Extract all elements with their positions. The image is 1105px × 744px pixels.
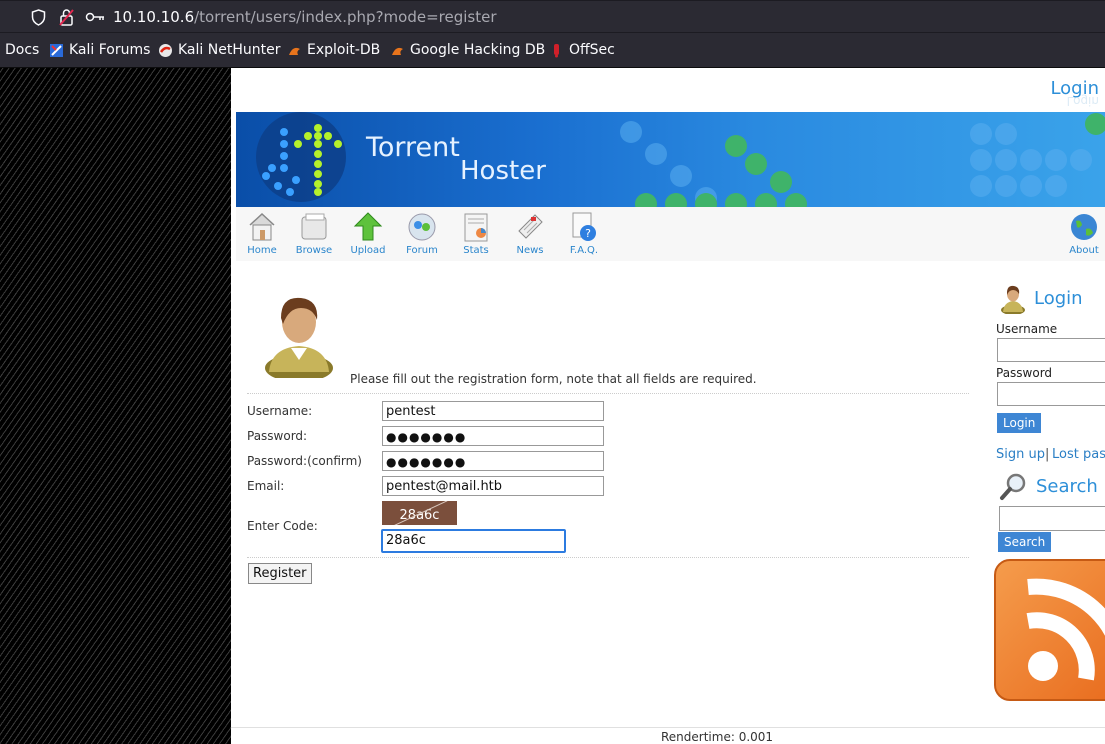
email-input[interactable]: pentest@mail.htb xyxy=(382,476,604,496)
svg-text:?: ? xyxy=(585,227,591,240)
sidebar-search-input[interactable] xyxy=(999,506,1105,531)
banner-title-line1: Torrent xyxy=(366,132,460,163)
nav-label: Browse xyxy=(295,245,333,256)
torrent-hoster-page: Login Login Torrent Hoster Home Browse U… xyxy=(231,68,1105,744)
password-confirm-input[interactable]: ●●●●●●● xyxy=(382,451,604,471)
nav-label: F.A.Q. xyxy=(569,245,599,256)
sidebar-password-input[interactable] xyxy=(997,382,1105,406)
nav-forum[interactable]: Forum xyxy=(400,211,444,256)
captcha-code-label: Enter Code: xyxy=(247,519,318,533)
bookmark-docs[interactable]: Docs xyxy=(5,42,39,58)
password-confirm-label: Password:(confirm) xyxy=(247,454,362,468)
upload-icon xyxy=(353,212,383,241)
page-margin-background xyxy=(0,68,231,744)
nav-faq[interactable]: ? F.A.Q. xyxy=(562,211,606,256)
password-input[interactable]: ●●●●●●● xyxy=(382,426,604,446)
url-text[interactable]: 10.10.10.6/torrent/users/index.php?mode=… xyxy=(113,8,497,26)
nav-stats[interactable]: Stats xyxy=(454,211,498,256)
lost-password-link[interactable]: Lost pass xyxy=(1052,447,1105,462)
faq-icon: ? xyxy=(572,212,596,241)
rss-feed-icon[interactable] xyxy=(994,559,1105,701)
bookmark-google-hacking-db[interactable]: Google Hacking DB xyxy=(390,42,545,58)
bookmark-label: Exploit-DB xyxy=(307,42,381,58)
kali-nethunter-icon xyxy=(159,43,172,57)
captcha-image: 28a6c xyxy=(382,501,457,525)
bookmark-label: Kali Forums xyxy=(69,42,151,58)
forum-icon xyxy=(408,213,436,241)
magnifier-icon xyxy=(1000,473,1026,500)
bookmark-kali-nethunter[interactable]: Kali NetHunter xyxy=(158,42,280,58)
sidebar-password-label: Password xyxy=(996,366,1053,380)
nav-upload[interactable]: Upload xyxy=(346,211,390,256)
rss-symbol-icon xyxy=(1026,578,1105,681)
bookmark-label: Kali NetHunter xyxy=(178,42,281,58)
username-label: Username: xyxy=(247,404,313,418)
nav-label: Forum xyxy=(406,245,438,256)
signup-link[interactable]: Sign up xyxy=(996,447,1045,462)
sidebar-login-button[interactable]: Login xyxy=(997,413,1042,433)
offsec-icon xyxy=(554,43,559,57)
nav-label: Home xyxy=(247,245,277,256)
sidebar-username-label: Username xyxy=(996,322,1058,336)
browse-icon xyxy=(301,213,327,240)
register-button[interactable]: Register xyxy=(248,563,312,584)
site-banner: Torrent Hoster xyxy=(236,112,1105,207)
main-navigation: Home Browse Upload Forum Stats News ? F.… xyxy=(236,207,1105,261)
url-path: /torrent/users/index.php?mode=register xyxy=(194,8,497,26)
shield-icon[interactable] xyxy=(31,9,46,26)
bookmark-label: Docs xyxy=(5,42,40,58)
password-label: Password: xyxy=(247,429,308,443)
nav-home[interactable]: Home xyxy=(240,211,284,256)
sidebar-login-title: Login xyxy=(1034,288,1083,309)
sidebar-search-title: Search xyxy=(1036,476,1098,497)
key-icon[interactable] xyxy=(85,10,105,24)
username-input[interactable]: pentest xyxy=(382,401,604,421)
nav-label: Stats xyxy=(463,245,489,256)
bookmark-kali-forums[interactable]: Kali Forums xyxy=(49,42,150,58)
exploit-db-icon xyxy=(289,47,300,55)
bookmark-label: OffSec xyxy=(569,42,615,58)
bookmarks-toolbar: Docs Kali Forums Kali NetHunter Exploit-… xyxy=(0,33,1105,68)
banner-title-line2: Hoster xyxy=(460,156,546,186)
nav-about[interactable]: About xyxy=(1062,211,1105,256)
nav-label: News xyxy=(516,245,544,256)
nav-news[interactable]: News xyxy=(508,211,552,256)
nav-label: Upload xyxy=(350,245,386,256)
address-field[interactable]: 10.10.10.6/torrent/users/index.php?mode=… xyxy=(0,1,1105,32)
bookmark-exploit-db[interactable]: Exploit-DB xyxy=(287,42,380,58)
link-separator: | xyxy=(1045,447,1050,462)
footer-divider xyxy=(231,727,1105,728)
nav-browse[interactable]: Browse xyxy=(292,211,336,256)
registration-intro-text: Please fill out the registration form, n… xyxy=(350,372,757,386)
email-label: Email: xyxy=(247,479,285,493)
user-avatar-icon xyxy=(265,297,333,378)
google-hacking-db-icon xyxy=(392,47,403,55)
insecure-lock-icon[interactable] xyxy=(59,8,74,26)
sidebar-username-input[interactable] xyxy=(997,338,1105,362)
kali-forums-icon xyxy=(50,43,63,57)
rendertime-text: Rendertime: 0.001 xyxy=(661,730,774,744)
form-divider-bottom xyxy=(247,557,969,558)
browser-url-bar: 10.10.10.6/torrent/users/index.php?mode=… xyxy=(0,0,1105,33)
home-icon xyxy=(249,212,275,241)
form-divider-top xyxy=(247,393,969,394)
header-login-reflection: Login xyxy=(1066,94,1099,108)
login-user-icon xyxy=(1001,285,1025,314)
url-host: 10.10.10.6 xyxy=(113,8,195,26)
about-globe-icon xyxy=(1071,214,1097,240)
nav-label: About xyxy=(1069,245,1099,256)
bookmark-offsec[interactable]: OffSec xyxy=(549,42,615,58)
news-icon xyxy=(518,214,543,239)
stats-icon xyxy=(464,213,488,242)
bookmark-label: Google Hacking DB xyxy=(410,42,546,58)
sidebar-search-button[interactable]: Search xyxy=(998,532,1052,552)
captcha-code-input[interactable]: 28a6c xyxy=(381,529,566,553)
